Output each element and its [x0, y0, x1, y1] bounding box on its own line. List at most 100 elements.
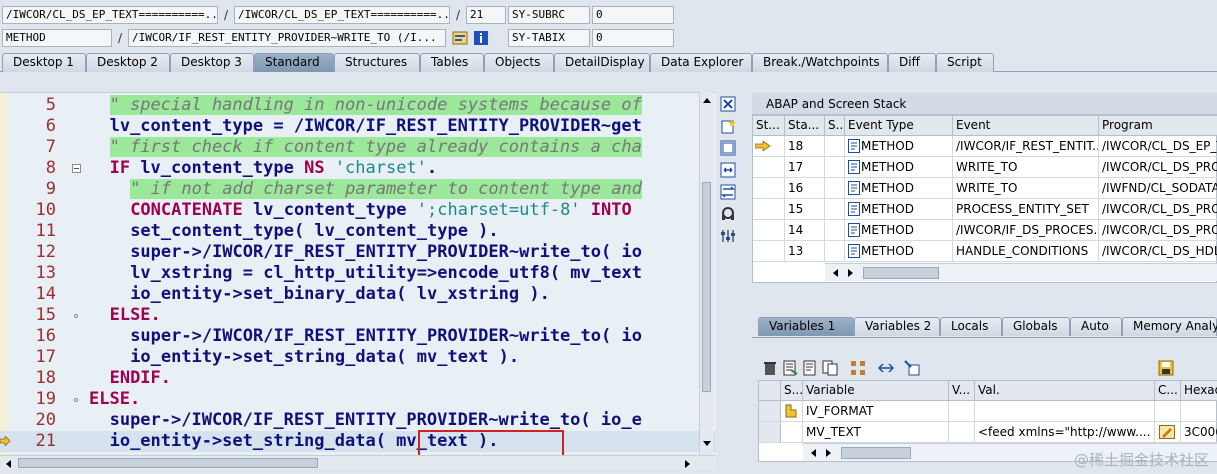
- tab-standard[interactable]: Standard: [254, 53, 334, 72]
- stack-cell[interactable]: METHOD: [845, 199, 953, 220]
- stack-current-marker[interactable]: [753, 178, 785, 199]
- col-header[interactable]: S...: [825, 116, 845, 136]
- tab-diff[interactable]: Diff: [888, 53, 936, 72]
- navigate-icon[interactable]: [878, 360, 894, 376]
- variable-cell[interactable]: [949, 401, 975, 422]
- swap-tool-icon[interactable]: [720, 162, 736, 178]
- col-header[interactable]: Event Type: [845, 116, 953, 136]
- stack-cell[interactable]: METHOD: [845, 136, 953, 157]
- sysvar1-name-field[interactable]: SY-SUBRC: [508, 6, 590, 24]
- variable-cell[interactable]: 3C006: [1181, 422, 1217, 443]
- stack-cell[interactable]: /IWFND/CL_SODATA_: [1099, 178, 1217, 199]
- stack-cell[interactable]: /IWCOR/CL_DS_PROC: [1099, 157, 1217, 178]
- editor-horizontal-scrollbar[interactable]: [0, 455, 716, 470]
- stack-cell[interactable]: /IWCOR/CL_DS_PROC: [1099, 199, 1217, 220]
- variable-cell[interactable]: [781, 401, 803, 422]
- tab-data-explorer[interactable]: Data Explorer: [650, 53, 752, 72]
- code-line[interactable]: 7 " first check if content type already c…: [0, 137, 716, 158]
- variable-cell[interactable]: IV_FORMAT: [803, 401, 949, 422]
- tab-detaildisplay[interactable]: DetailDisplay: [554, 53, 650, 72]
- tab-objects[interactable]: Objects: [484, 53, 554, 72]
- variable-cell[interactable]: <feed xmlns="http://www....: [975, 422, 1155, 443]
- include-program-field[interactable]: /IWCOR/CL_DS_EP_TEXT==========...: [234, 6, 450, 24]
- row-selector[interactable]: [759, 401, 781, 422]
- service-tool-icon[interactable]: [720, 206, 736, 222]
- scroll-left-icon[interactable]: [809, 448, 817, 458]
- event-field[interactable]: /IWCOR/IF_REST_ENTITY_PROVIDER~WRITE_TO …: [128, 29, 446, 47]
- stack-cell[interactable]: 18: [785, 136, 825, 157]
- variable-cell[interactable]: [975, 401, 1155, 422]
- code-line[interactable]: 12 super->/IWCOR/IF_REST_ENTITY_PROVIDER~…: [0, 242, 716, 263]
- scroll-thumb[interactable]: [841, 447, 911, 459]
- stack-current-marker[interactable]: [753, 157, 785, 178]
- code-line[interactable]: 19 ELSE.: [0, 389, 716, 410]
- stack-cell[interactable]: /IWCOR/IF_DS_PROCES...: [953, 220, 1099, 241]
- tab-desktop-2[interactable]: Desktop 2: [86, 53, 170, 72]
- tab-structures[interactable]: Structures: [334, 53, 420, 72]
- maximize-tool-icon[interactable]: [720, 140, 736, 156]
- tab-breakpoints[interactable]: Break./Watchpoints: [752, 53, 888, 72]
- scroll-left-icon[interactable]: [831, 268, 839, 278]
- stack-cell[interactable]: [825, 157, 845, 178]
- settings-tool-icon[interactable]: [720, 228, 736, 244]
- stack-cell[interactable]: [825, 199, 845, 220]
- scroll-thumb[interactable]: [18, 458, 318, 468]
- variable-cell[interactable]: [781, 422, 803, 443]
- stack-cell[interactable]: /IWCOR/IF_REST_ENTIT...: [953, 136, 1099, 157]
- event-type-field[interactable]: METHOD: [2, 29, 112, 47]
- stack-cell[interactable]: 15: [785, 199, 825, 220]
- sysvar2-name-field[interactable]: SY-TABIX: [508, 29, 590, 47]
- col-header[interactable]: S...: [781, 381, 803, 401]
- variable-cell[interactable]: [1155, 401, 1181, 422]
- scroll-thumb[interactable]: [702, 182, 711, 392]
- sysvar2-value-field[interactable]: 0: [592, 29, 674, 47]
- col-header[interactable]: C...: [1155, 381, 1181, 401]
- code-line[interactable]: 13 lv_xstring = cl_http_utility=>encode_u…: [0, 263, 716, 284]
- code-line[interactable]: 14 io_entity->set_binary_data( lv_xstring…: [0, 284, 716, 305]
- stack-cell[interactable]: 16: [785, 178, 825, 199]
- stack-current-marker[interactable]: [753, 220, 785, 241]
- scroll-thumb[interactable]: [863, 267, 939, 279]
- jump-icon[interactable]: [904, 360, 920, 376]
- scroll-down-icon[interactable]: [702, 440, 712, 448]
- stack-cell[interactable]: METHOD: [845, 157, 953, 178]
- stack-cell[interactable]: 14: [785, 220, 825, 241]
- stack-cell[interactable]: /IWCOR/CL_DS_EP_T: [1099, 136, 1217, 157]
- code-line[interactable]: 16 super->/IWCOR/IF_REST_ENTITY_PROVIDER~…: [0, 326, 716, 347]
- tab-auto[interactable]: Auto: [1070, 317, 1122, 336]
- tab-script[interactable]: Script: [936, 53, 994, 72]
- display-object-icon[interactable]: [452, 30, 468, 46]
- code-line[interactable]: 18 ENDIF.: [0, 368, 716, 389]
- stack-cell[interactable]: [825, 220, 845, 241]
- main-program-field[interactable]: /IWCOR/CL_DS_EP_TEXT==========...: [2, 6, 218, 24]
- stack-cell[interactable]: METHOD: [845, 241, 953, 262]
- stack-cell[interactable]: 17: [785, 157, 825, 178]
- code-line[interactable]: 17 io_entity->set_string_data( mv_text ).: [0, 347, 716, 368]
- stack-cell[interactable]: METHOD: [845, 178, 953, 199]
- stack-cell[interactable]: WRITE_TO: [953, 178, 1099, 199]
- hierarchy-icon[interactable]: [850, 360, 866, 376]
- change-icon[interactable]: [802, 360, 818, 376]
- scroll-up-icon[interactable]: [702, 96, 712, 104]
- code-line[interactable]: 15 ELSE.: [0, 305, 716, 326]
- col-header[interactable]: Sta...: [785, 116, 825, 136]
- stack-cell[interactable]: PROCESS_ENTITY_SET: [953, 199, 1099, 220]
- col-header[interactable]: Program: [1099, 116, 1217, 136]
- stack-cell[interactable]: WRITE_TO: [953, 157, 1099, 178]
- code-line[interactable]: 10 CONCATENATE lv_content_type ';charset=…: [0, 200, 716, 221]
- save-icon[interactable]: [1158, 360, 1174, 376]
- collapse-block-icon[interactable]: [72, 164, 81, 173]
- variable-cell[interactable]: [949, 422, 975, 443]
- exchange-tool-icon[interactable]: [720, 184, 736, 200]
- edit-pencil-icon[interactable]: [1159, 425, 1175, 439]
- stack-hscrollbar[interactable]: [825, 263, 1217, 281]
- tab-globals[interactable]: Globals: [1002, 317, 1070, 336]
- stack-cell[interactable]: /IWCOR/CL_DS_HDLR: [1099, 241, 1217, 262]
- info-icon[interactable]: [473, 30, 489, 46]
- stack-cell[interactable]: [825, 136, 845, 157]
- code-line[interactable]: 8 IF lv_content_type NS 'charset'.: [0, 158, 716, 179]
- variable-cell[interactable]: MV_TEXT: [803, 422, 949, 443]
- stack-cell[interactable]: METHOD: [845, 220, 953, 241]
- stack-cell[interactable]: [825, 178, 845, 199]
- stack-current-marker[interactable]: [753, 136, 785, 157]
